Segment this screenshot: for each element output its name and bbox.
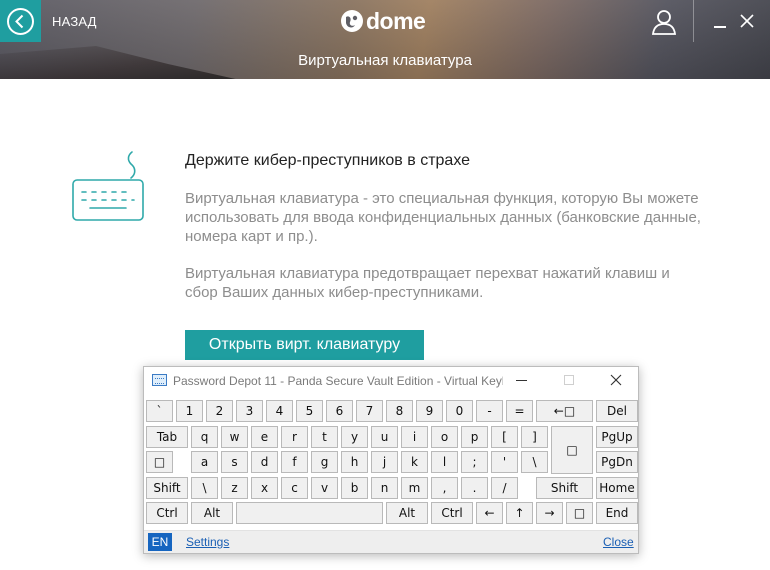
key-shift-left[interactable]: Shift [146, 477, 188, 499]
vk-maximize-button[interactable] [564, 375, 574, 385]
key-arrow-right[interactable]: → [536, 502, 563, 524]
key-d[interactable]: d [251, 451, 278, 473]
close-icon[interactable] [739, 13, 755, 29]
vk-titlebar[interactable]: Password Depot 11 - Panda Secure Vault E… [144, 367, 638, 395]
key-p[interactable]: p [461, 426, 488, 448]
key-i[interactable]: i [401, 426, 428, 448]
key-b[interactable]: b [341, 477, 368, 499]
key-ctrl-right[interactable]: Ctrl [431, 502, 473, 524]
description-paragraph-1: Виртуальная клавиатура - это специальная… [185, 190, 701, 245]
key-8[interactable]: 8 [386, 400, 413, 422]
key-backspace[interactable]: ←□ [536, 400, 593, 422]
key-del[interactable]: Del [596, 400, 638, 422]
key-7[interactable]: 7 [356, 400, 383, 422]
key-equals[interactable]: = [506, 400, 533, 422]
key-pgdn[interactable]: PgDn [596, 451, 638, 473]
key-ctrl-left[interactable]: Ctrl [146, 502, 188, 524]
minimize-button[interactable] [712, 12, 730, 32]
header-bar: НАЗАД dome [0, 0, 770, 42]
key-9[interactable]: 9 [416, 400, 443, 422]
key-a[interactable]: a [191, 451, 218, 473]
key-tab[interactable]: Tab [146, 426, 188, 448]
key-c[interactable]: c [281, 477, 308, 499]
page-title: Виртуальная клавиатура [298, 52, 472, 69]
key-z[interactable]: z [221, 477, 248, 499]
key-1[interactable]: 1 [176, 400, 203, 422]
panda-logo-icon [341, 10, 363, 32]
key-quote[interactable]: ' [491, 451, 518, 473]
vk-close-icon[interactable] [610, 374, 622, 386]
back-button[interactable] [0, 0, 41, 42]
key-2[interactable]: 2 [206, 400, 233, 422]
key-menu[interactable]: □ [566, 502, 593, 524]
key-l[interactable]: l [431, 451, 458, 473]
key-rbracket[interactable]: ] [521, 426, 548, 448]
key-0[interactable]: 0 [446, 400, 473, 422]
key-period[interactable]: . [461, 477, 488, 499]
header-divider [693, 0, 694, 42]
description-paragraph-2: Виртуальная клавиатура предотвращает пер… [185, 265, 670, 301]
key-alt-left[interactable]: Alt [191, 502, 233, 524]
settings-link[interactable]: Settings [186, 535, 229, 549]
header-banner: НАЗАД dome Виртуальная клавиатура [0, 0, 770, 79]
key-3[interactable]: 3 [236, 400, 263, 422]
key-semicolon[interactable]: ; [461, 451, 488, 473]
key-backtick[interactable]: ` [146, 400, 173, 422]
vk-statusbar: EN Settings Close [144, 530, 638, 553]
key-backslash[interactable]: \ [521, 451, 548, 473]
description-block: Держите кибер-преступников в страхе Вирт… [185, 152, 705, 320]
key-t[interactable]: t [311, 426, 338, 448]
key-4[interactable]: 4 [266, 400, 293, 422]
key-pgup[interactable]: PgUp [596, 426, 638, 448]
key-q[interactable]: q [191, 426, 218, 448]
open-virtual-keyboard-button[interactable]: Открыть вирт. клавиатуру [185, 330, 424, 360]
key-w[interactable]: w [221, 426, 248, 448]
key-shift-right[interactable]: Shift [536, 477, 593, 499]
key-comma[interactable]: , [431, 477, 458, 499]
key-u[interactable]: u [371, 426, 398, 448]
key-slash[interactable]: / [491, 477, 518, 499]
key-arrow-left[interactable]: ← [476, 502, 503, 524]
minimize-icon [714, 26, 726, 28]
key-x[interactable]: x [251, 477, 278, 499]
key-n[interactable]: n [371, 477, 398, 499]
back-label[interactable]: НАЗАД [52, 14, 97, 29]
key-lbracket[interactable]: [ [491, 426, 518, 448]
key-6[interactable]: 6 [326, 400, 353, 422]
key-e[interactable]: e [251, 426, 278, 448]
key-j[interactable]: j [371, 451, 398, 473]
section-heading: Держите кибер-преступников в страхе [185, 152, 471, 169]
language-indicator[interactable]: EN [148, 533, 172, 551]
panda-dome-logo: dome [340, 6, 426, 36]
key-end[interactable]: End [596, 502, 638, 524]
key-y[interactable]: y [341, 426, 368, 448]
key-enter[interactable]: □ [551, 426, 593, 474]
key-alt-right[interactable]: Alt [386, 502, 428, 524]
vk-minimize-button[interactable] [516, 380, 527, 381]
key-capslock[interactable]: □ [146, 451, 173, 473]
key-h[interactable]: h [341, 451, 368, 473]
keyboard-app-icon [152, 374, 167, 386]
key-home[interactable]: Home [596, 477, 638, 499]
key-r[interactable]: r [281, 426, 308, 448]
user-icon[interactable] [650, 9, 678, 35]
arrow-left-icon [7, 8, 34, 35]
key-minus[interactable]: - [476, 400, 503, 422]
virtual-keyboard-window: Password Depot 11 - Panda Secure Vault E… [143, 366, 639, 554]
key-backslash-2[interactable]: \ [191, 477, 218, 499]
key-space[interactable] [236, 502, 383, 524]
key-arrow-up[interactable]: ↑ [506, 502, 533, 524]
key-f[interactable]: f [281, 451, 308, 473]
keyboard-icon [72, 151, 144, 221]
key-5[interactable]: 5 [296, 400, 323, 422]
close-link[interactable]: Close [603, 535, 634, 549]
key-k[interactable]: k [401, 451, 428, 473]
logo-text: dome [366, 7, 426, 34]
vk-window-title: Password Depot 11 - Panda Secure Vault E… [173, 374, 503, 388]
key-m[interactable]: m [401, 477, 428, 499]
key-o[interactable]: o [431, 426, 458, 448]
key-v[interactable]: v [311, 477, 338, 499]
key-g[interactable]: g [311, 451, 338, 473]
key-s[interactable]: s [221, 451, 248, 473]
